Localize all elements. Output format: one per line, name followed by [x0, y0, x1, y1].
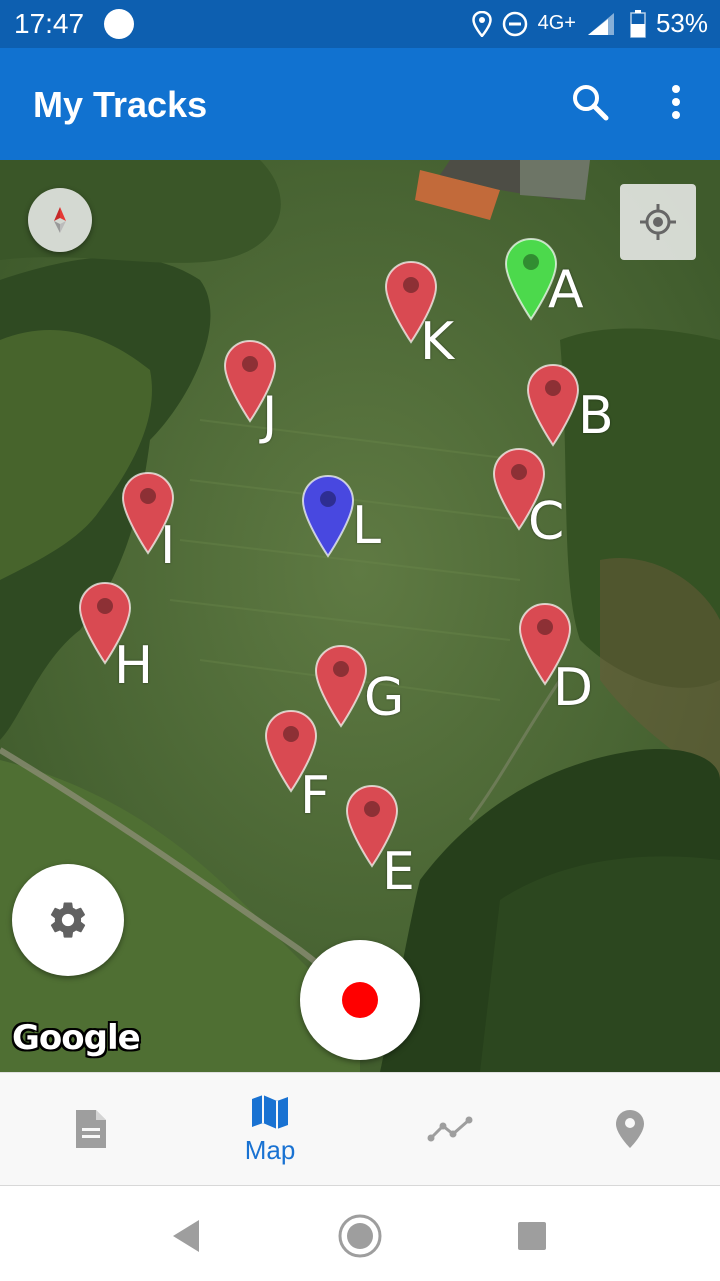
- map-pin-icon: [526, 363, 580, 447]
- map-marker-label: I: [160, 516, 176, 576]
- map-marker-label: C: [528, 492, 565, 552]
- back-icon: [173, 1220, 199, 1252]
- document-icon: [76, 1110, 106, 1148]
- map-icon: [252, 1094, 288, 1129]
- map-marker-label: H: [114, 636, 154, 696]
- recents-button[interactable]: [504, 1208, 560, 1264]
- map-marker-label: A: [548, 260, 584, 320]
- map-pin-icon: [314, 644, 368, 728]
- status-time: 17:47: [14, 8, 85, 39]
- map-marker-label: G: [364, 668, 405, 728]
- compass-button[interactable]: [28, 188, 92, 252]
- map-marker-label: D: [553, 658, 594, 718]
- map-marker-g[interactable]: [313, 643, 369, 729]
- recents-icon: [518, 1222, 546, 1250]
- home-icon: [338, 1214, 382, 1258]
- system-navigation-bar: [0, 1185, 720, 1281]
- place-marker-icon: [616, 1110, 644, 1148]
- more-vert-icon: [672, 85, 680, 119]
- status-icons: 4G+ 53%: [471, 8, 708, 39]
- notification-dot-icon: [104, 9, 134, 39]
- nav-item-map[interactable]: Map: [180, 1073, 360, 1185]
- map-marker-label: F: [300, 766, 330, 826]
- do-not-disturb-icon: [502, 11, 527, 36]
- nav-item-track-details[interactable]: [0, 1073, 180, 1185]
- overflow-menu-button[interactable]: [652, 78, 700, 126]
- compass-icon: [54, 207, 66, 233]
- gear-icon: [50, 902, 86, 938]
- settings-button[interactable]: [12, 864, 124, 976]
- map-marker-label: K: [420, 312, 455, 372]
- map-marker-b[interactable]: [525, 362, 581, 448]
- search-button[interactable]: [566, 78, 614, 126]
- map-marker-label: E: [382, 842, 415, 902]
- home-button[interactable]: [332, 1208, 388, 1264]
- signal-icon: [587, 12, 614, 35]
- record-dot-icon: [342, 982, 378, 1018]
- back-button[interactable]: [158, 1208, 214, 1264]
- my-location-button[interactable]: [620, 184, 696, 260]
- status-bar: 17:47 4G+ 53%: [0, 0, 720, 48]
- map-pin-icon: [301, 474, 355, 558]
- record-button[interactable]: [300, 940, 420, 1060]
- app-bar: My Tracks: [0, 48, 720, 160]
- network-type: 4G+: [537, 12, 576, 34]
- bottom-navigation: Map: [0, 1072, 720, 1185]
- nav-label-map: Map: [244, 1134, 296, 1165]
- satellite-map[interactable]: A BC D EFG HI J K L Google: [0, 160, 720, 1072]
- nav-item-markers[interactable]: [540, 1073, 720, 1185]
- battery-percent: 53%: [655, 8, 708, 38]
- location-icon: [471, 10, 492, 37]
- my-location-icon: [640, 204, 676, 240]
- chart-line-icon: [427, 1116, 473, 1142]
- google-attribution: Google: [12, 1018, 141, 1058]
- map-marker-l[interactable]: [300, 473, 356, 559]
- map-marker-label: L: [352, 496, 381, 556]
- nav-item-chart[interactable]: [360, 1073, 540, 1185]
- page-title: My Tracks: [33, 84, 208, 125]
- search-icon: [573, 85, 609, 121]
- map-marker-label: B: [578, 386, 614, 446]
- battery-icon: [630, 9, 646, 38]
- map-marker-label: J: [262, 386, 278, 446]
